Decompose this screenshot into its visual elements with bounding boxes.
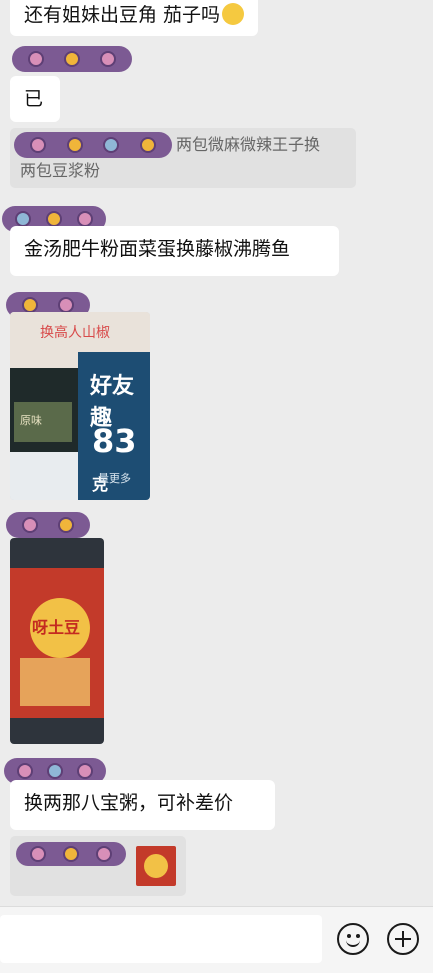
input-bar [0, 906, 433, 973]
quoted-message[interactable] [10, 836, 186, 896]
message-text: 已 [24, 88, 44, 110]
photo-text: 原味 [20, 414, 42, 427]
message-text: 金汤肥牛粉面菜蛋换藤椒沸腾鱼 [24, 238, 291, 260]
pleading-face-icon [222, 3, 245, 25]
message-bubble[interactable]: 换两那八宝粥，可补差价 [10, 780, 275, 830]
sender-name-hidden [12, 46, 132, 72]
image-message[interactable]: 呀土豆 [10, 538, 104, 744]
plus-circle-icon[interactable] [387, 923, 419, 955]
photo-brand: 呀土豆 [32, 618, 81, 637]
message-bubble[interactable]: 金汤肥牛粉面菜蛋换藤椒沸腾鱼 [10, 226, 339, 276]
photo-weight: 83克 [92, 422, 137, 494]
image-message[interactable]: 换高人山椒 原味 好友趣 83克 量更多 [10, 312, 150, 500]
quoted-image-thumbnail[interactable] [136, 846, 176, 886]
quoted-message[interactable]: 两包微麻微辣王子换 两包豆浆粉 [10, 128, 356, 188]
smiley-icon[interactable] [337, 923, 369, 955]
quote-text: 两包豆浆粉 [20, 161, 101, 180]
message-bubble[interactable]: 已 [10, 76, 60, 122]
message-text: 还有姐妹出豆角 茄子吗 [24, 4, 221, 26]
message-text: 换两那八宝粥，可补差价 [24, 792, 234, 814]
sender-name-hidden [6, 512, 90, 538]
photo-text: 量更多 [98, 472, 131, 485]
message-bubble[interactable]: 还有姐妹出豆角 茄子吗 [10, 0, 259, 36]
quoted-sender-hidden [16, 842, 126, 866]
quote-text: 两包微麻微辣王子换 [176, 135, 321, 154]
quoted-sender-hidden [14, 132, 172, 158]
message-input[interactable] [0, 915, 322, 963]
photo-caption: 换高人山椒 [40, 325, 110, 341]
